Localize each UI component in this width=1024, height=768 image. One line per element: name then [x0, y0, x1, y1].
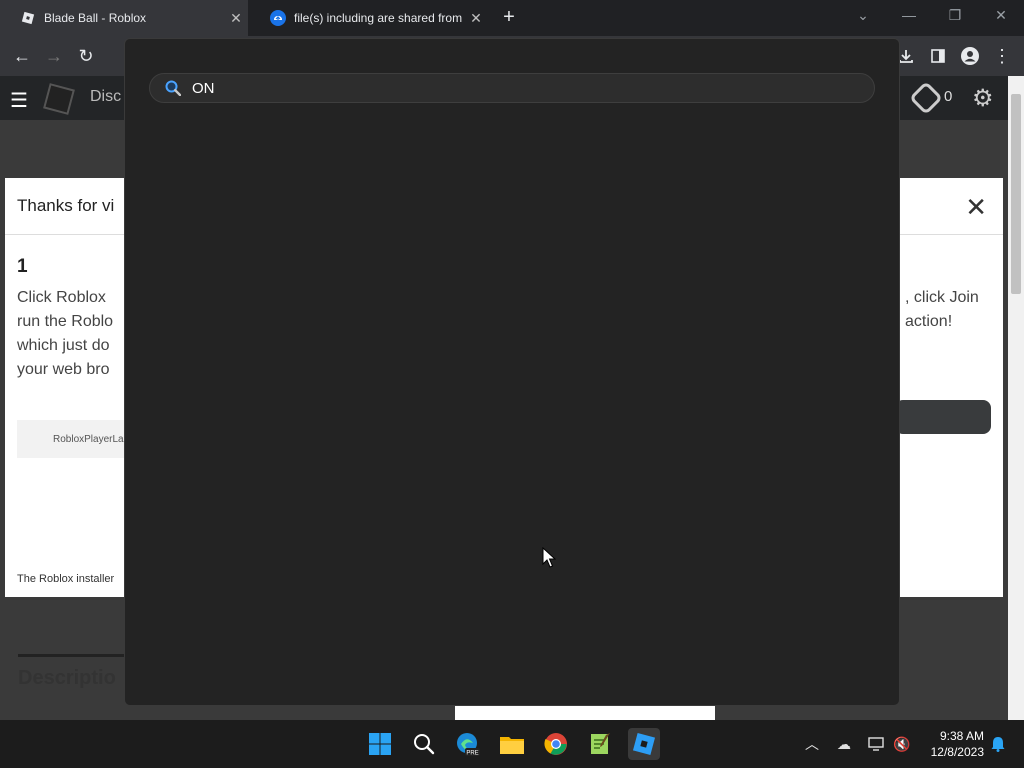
robux-count: 0 [944, 88, 953, 105]
page-scrollbar[interactable] [1008, 76, 1024, 720]
close-window-icon[interactable]: ✕ [978, 0, 1024, 30]
network-icon[interactable] [866, 734, 886, 754]
search-icon [164, 79, 182, 97]
tab-shared-files[interactable]: file(s) including are shared from ✕ [250, 0, 488, 36]
close-tab-icon[interactable]: ✕ [224, 10, 248, 27]
onedrive-cloud-icon[interactable]: ☁ [834, 734, 854, 754]
show-hidden-icons-chevron-icon[interactable]: ︿ [802, 734, 822, 754]
volume-muted-icon[interactable]: 🔇 [892, 734, 912, 754]
instruction-line: your web bro [17, 361, 110, 378]
scrollbar-thumb[interactable] [1011, 94, 1021, 294]
instruction-line: run the Roblo [17, 313, 114, 330]
windows-search-panel [124, 38, 900, 706]
system-clock[interactable]: 9:38 AM 12/8/2023 [912, 728, 984, 760]
new-tab-button[interactable]: + [498, 6, 520, 28]
notepad-plus-icon[interactable] [584, 728, 616, 760]
modal-title: Thanks for vi [17, 196, 115, 215]
forward-icon[interactable]: → [42, 44, 66, 68]
instruction-line: Click Roblox [17, 289, 106, 306]
chrome-icon[interactable] [540, 728, 572, 760]
roblox-logo-icon[interactable] [43, 83, 75, 115]
reload-icon[interactable]: ↻ [74, 44, 98, 68]
tab-title: file(s) including are shared from [294, 11, 463, 25]
taskbar-search-icon[interactable] [408, 728, 440, 760]
settings-gear-icon[interactable]: ⚙ [972, 84, 994, 113]
download-file-chip[interactable]: RobloxPlayerLau [17, 420, 137, 458]
join-button[interactable] [895, 400, 991, 434]
robux-icon[interactable] [909, 81, 943, 115]
notification-bell-icon[interactable] [988, 734, 1008, 754]
back-icon[interactable]: ← [10, 44, 34, 68]
step-instructions-left: Click Roblox run the Roblo which just do… [17, 286, 137, 382]
edge-preview-icon[interactable]: PRE [452, 728, 484, 760]
search-box[interactable] [149, 73, 875, 103]
clock-time: 9:38 AM [939, 729, 984, 743]
step-instructions-right: , click Join action! [905, 286, 1000, 334]
step-number: 1 [17, 256, 28, 277]
windows-start-icon[interactable] [364, 728, 396, 760]
menu-kebab-icon[interactable]: ⋮ [990, 44, 1014, 68]
svg-text:PRE: PRE [466, 751, 478, 757]
search-input[interactable] [192, 79, 792, 97]
instruction-line: which just do [17, 337, 110, 354]
windows-taskbar: PRE ︿ ☁ 🔇 9:38 AM 12/8/2023 [0, 720, 1024, 768]
instruction-line: , click Join [905, 289, 979, 306]
close-tab-icon[interactable]: ✕ [464, 10, 488, 27]
nav-discover-link[interactable]: Disc [90, 88, 121, 106]
cloud-upload-favicon-icon [270, 10, 286, 26]
modal-footer-text: The Roblox installer [17, 573, 115, 585]
side-panel-icon[interactable] [926, 44, 950, 68]
hamburger-menu-icon[interactable]: ☰ [10, 88, 28, 113]
minimize-icon[interactable]: — [886, 0, 932, 30]
instruction-line: action! [905, 313, 953, 330]
restore-icon[interactable]: ❐ [932, 0, 978, 30]
tab-title: Blade Ball - Roblox [44, 11, 147, 25]
mouse-pointer-icon [542, 546, 557, 574]
tab-blade-ball[interactable]: Blade Ball - Roblox ✕ [0, 0, 248, 36]
description-heading: Descriptio [18, 654, 128, 690]
roblox-favicon-icon [20, 10, 36, 26]
tab-search-chevron-icon[interactable]: ⌄ [840, 0, 886, 30]
clock-date: 12/8/2023 [930, 745, 984, 759]
file-explorer-icon[interactable] [496, 728, 528, 760]
modal-close-icon[interactable]: ✕ [965, 192, 987, 223]
profile-icon[interactable] [958, 44, 982, 68]
browser-tab-strip: Blade Ball - Roblox ✕ file(s) including … [0, 0, 1024, 36]
chat-input[interactable] [455, 706, 715, 720]
roblox-studio-icon[interactable] [628, 728, 660, 760]
